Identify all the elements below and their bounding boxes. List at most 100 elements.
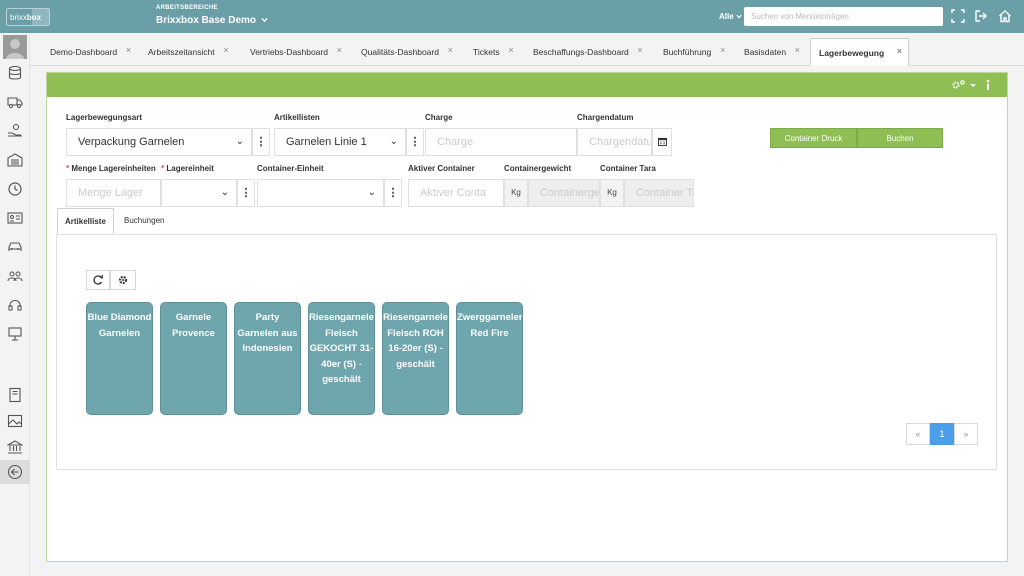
aktiver-container-label: Aktiver Container <box>408 164 475 173</box>
logo-text: brixxbox <box>10 13 42 22</box>
car-icon[interactable] <box>7 239 23 255</box>
buchen-button[interactable]: Buchen <box>857 128 943 148</box>
tab-close-icon[interactable]: × <box>897 37 902 65</box>
tab-qualitaets-dashboard[interactable]: Qualitäts-Dashboard × <box>341 38 453 66</box>
chargendatum-input[interactable]: Chargendatum <box>577 128 652 156</box>
tab-label: Basisdaten <box>744 47 787 57</box>
info-icon[interactable] <box>985 79 991 91</box>
container-druck-button[interactable]: Container Druck <box>770 128 857 148</box>
search-filter-label: Alle <box>719 12 734 21</box>
warehouse-icon[interactable] <box>7 152 23 168</box>
tab-buchfuehrung[interactable]: Buchführung × <box>643 38 725 66</box>
back-icon <box>7 464 23 480</box>
menge-label: * Menge Lagereinheiten <box>66 164 156 173</box>
id-card-icon[interactable] <box>7 210 23 226</box>
tab-bar: Demo-Dashboard × Arbeitszeitansicht × Vert… <box>30 38 1024 66</box>
article-tile[interactable]: Riesengarnelen Fleisch GEKOCHT 31-40er (… <box>308 302 375 415</box>
chevron-down-icon: ⌄ <box>367 187 376 198</box>
chevron-down-icon[interactable] <box>969 79 977 91</box>
article-tile[interactable]: Garnele Provence <box>160 302 227 415</box>
pager-previous[interactable]: « <box>906 423 930 445</box>
tab-label: Lagerbewegung <box>819 48 885 58</box>
tab-vertriebs-dashboard[interactable]: Vertriebs-Dashboard × <box>230 38 342 66</box>
presentation-icon[interactable] <box>7 326 23 342</box>
calendar-icon[interactable] <box>652 128 672 156</box>
lagerbewegungsart-select[interactable]: Verpackung Garnelen ⌄ <box>66 128 252 156</box>
tab-arbeitszeitansicht[interactable]: Arbeitszeitansicht × <box>128 38 229 66</box>
pager-next[interactable]: » <box>954 423 978 445</box>
container-einheit-label: Container-Einheit <box>257 164 324 173</box>
article-tile[interactable]: Zwerggarnelen Red Fire <box>456 302 523 415</box>
bank-icon[interactable] <box>7 439 23 455</box>
required-mark: * <box>161 164 165 173</box>
containergewicht-input: Containergewicht <box>528 179 600 207</box>
lagereinheit-menu-button[interactable]: ⋮ <box>237 179 255 207</box>
menge-label-text: Menge Lagereinheiten <box>71 164 156 173</box>
lagereinheit-label: * Lagereinheit <box>161 164 214 173</box>
database-icon[interactable] <box>7 65 23 81</box>
tab-label: Beschaffungs-Dashboard <box>533 47 629 57</box>
tab-label: Arbeitszeitansicht <box>148 47 215 57</box>
lagereinheit-select[interactable]: ⌄ <box>161 179 237 207</box>
brixxbox-logo[interactable]: brixxbox <box>6 8 50 26</box>
tab-label: Buchführung <box>663 47 712 57</box>
subtab-artikelliste[interactable]: Artikelliste <box>57 208 114 234</box>
tab-close-icon[interactable]: × <box>223 36 228 64</box>
article-tile[interactable]: Riesengarnelen Fleisch ROH 16-20er (S) -… <box>382 302 449 415</box>
tab-close-icon[interactable]: × <box>638 36 643 64</box>
expand-icon[interactable] <box>951 9 965 23</box>
search-filter-dropdown[interactable]: Alle <box>719 12 742 21</box>
hand-coin-icon[interactable] <box>7 123 23 139</box>
refresh-icon <box>93 274 104 285</box>
users-icon[interactable] <box>7 268 23 284</box>
article-tile[interactable]: Blue Diamond Garnelen <box>86 302 153 415</box>
truck-icon[interactable] <box>7 94 23 110</box>
home-icon[interactable] <box>998 9 1012 23</box>
article-tile[interactable]: Party Garnelen aus Indonesien <box>234 302 301 415</box>
artikellisten-menu-button[interactable]: ⋮ <box>406 128 424 156</box>
workspace-label: ARBEITSBEREICHE <box>156 5 218 11</box>
refresh-button[interactable] <box>86 270 110 290</box>
container-tara-unit: Kg <box>600 179 624 207</box>
lagerbewegungsart-menu-button[interactable]: ⋮ <box>252 128 270 156</box>
sidebar <box>0 33 30 576</box>
panel-header <box>47 73 1007 97</box>
subtab-buchungen[interactable]: Buchungen <box>124 208 164 234</box>
logo-text-bold: box <box>26 13 42 22</box>
lagerbewegungsart-value: Verpackung Garnelen <box>78 136 185 148</box>
workspace-selector[interactable]: Brixxbox Base Demo <box>156 15 268 26</box>
container-einheit-select[interactable]: ⌄ <box>257 179 384 207</box>
container-einheit-menu-button[interactable]: ⋮ <box>384 179 402 207</box>
menu-search-input[interactable] <box>744 7 943 26</box>
artikellisten-label: Artikellisten <box>274 113 320 122</box>
gear-icon <box>118 275 128 285</box>
settings-icon[interactable] <box>951 79 967 91</box>
tab-tickets[interactable]: Tickets × <box>453 38 514 66</box>
aktiver-container-input[interactable]: Aktiver Conta <box>408 179 504 207</box>
charge-label: Charge <box>425 113 453 122</box>
chevron-down-icon <box>736 14 742 19</box>
grid-settings-button[interactable] <box>110 270 136 290</box>
pager-page[interactable]: 1 <box>930 423 954 445</box>
artikellisten-select[interactable]: Garnelen Linie 1 ⌄ <box>274 128 406 156</box>
logout-icon[interactable] <box>974 9 988 23</box>
menge-input[interactable]: Menge Lager <box>66 179 161 207</box>
tab-basisdaten[interactable]: Basisdaten × <box>724 38 800 66</box>
clock-icon[interactable] <box>7 181 23 197</box>
image-icon[interactable] <box>7 413 23 429</box>
lagereinheit-label-text: Lagereinheit <box>166 164 214 173</box>
tab-lagerbewegung[interactable]: Lagerbewegung × <box>810 37 910 66</box>
user-avatar[interactable] <box>3 35 27 59</box>
chevron-down-icon <box>261 18 268 23</box>
tab-close-icon[interactable]: × <box>795 36 800 64</box>
headset-icon[interactable] <box>7 297 23 313</box>
charge-input[interactable]: Charge <box>425 128 577 156</box>
tab-demo-dashboard[interactable]: Demo-Dashboard × <box>30 38 131 66</box>
tab-beschaffungs-dashboard[interactable]: Beschaffungs-Dashboard × <box>513 38 643 66</box>
chevron-down-icon: ⌄ <box>220 187 229 198</box>
tab-label: Demo-Dashboard <box>50 47 118 57</box>
book-icon[interactable] <box>7 387 23 403</box>
required-mark: * <box>66 164 70 173</box>
sidebar-collapse-item[interactable] <box>0 460 30 484</box>
lagerbewegungsart-label: Lagerbewegungsart <box>66 113 143 122</box>
